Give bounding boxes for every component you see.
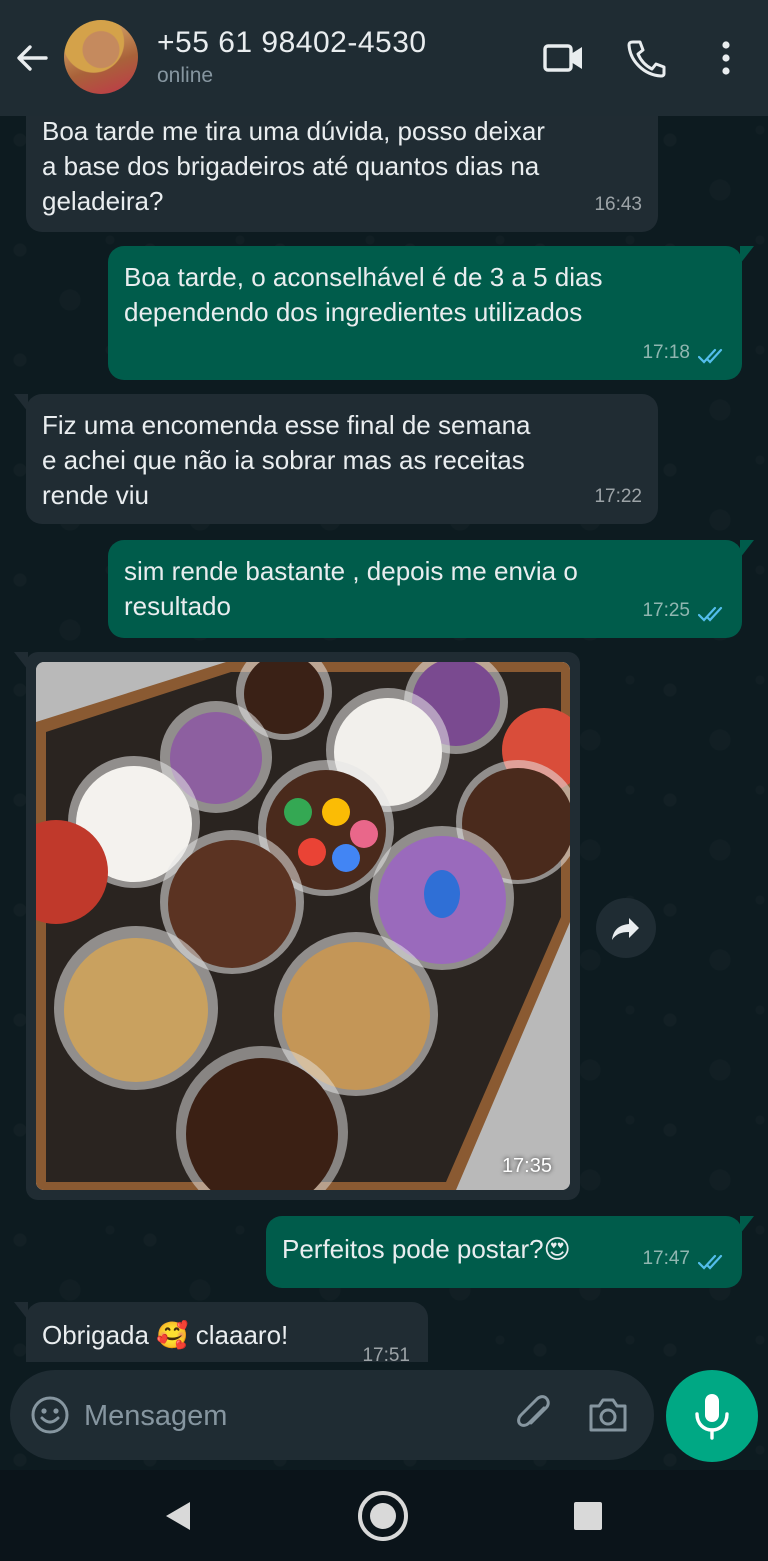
nav-home-button[interactable] <box>356 1489 410 1543</box>
message-text: Boa tarde, o aconselhável é de 3 a 5 dia… <box>124 262 603 327</box>
read-ticks-icon <box>698 348 723 364</box>
camera-button[interactable] <box>586 1394 630 1436</box>
forward-button[interactable] <box>596 898 656 958</box>
video-call-button[interactable] <box>542 38 586 78</box>
emoji-icon <box>31 1396 69 1434</box>
incoming-message[interactable]: Fiz uma encomenda esse final de semana e… <box>26 394 658 524</box>
message-text: sim rende bastante , depois me envia o r… <box>124 556 578 621</box>
message-time: 16:43 <box>594 194 642 215</box>
emoji-button[interactable] <box>30 1395 70 1435</box>
bubble-tail <box>740 540 754 558</box>
message-time: 17:22 <box>594 486 642 507</box>
message-text: Obrigada 🥰 claaaro! <box>42 1320 289 1350</box>
more-options-button[interactable] <box>706 38 746 78</box>
voice-call-button[interactable] <box>624 38 668 78</box>
bubble-tail <box>740 1216 754 1234</box>
contact-avatar[interactable] <box>64 20 138 94</box>
back-arrow-icon <box>17 45 48 71</box>
phone-icon <box>627 40 666 78</box>
message-time: 17:25 <box>642 600 690 621</box>
message-time: 17:51 <box>362 1345 410 1366</box>
contact-status: online <box>157 64 214 87</box>
incoming-image-message[interactable]: 17:35 <box>26 652 580 1200</box>
outgoing-message[interactable]: Perfeitos pode postar?😍 17:47 <box>266 1216 742 1288</box>
message-text: Perfeitos pode postar?😍 <box>282 1234 571 1264</box>
message-composer <box>10 1370 654 1460</box>
contact-name[interactable]: +55 61 98402-4530 <box>157 26 427 60</box>
back-button[interactable] <box>12 38 52 78</box>
outgoing-message[interactable]: Boa tarde, o aconselhável é de 3 a 5 dia… <box>108 246 742 380</box>
message-text: Fiz uma encomenda esse final de semana e… <box>42 410 531 510</box>
video-call-icon <box>543 44 582 72</box>
photo-illustration <box>36 662 570 1190</box>
mic-icon <box>695 1394 729 1440</box>
message-time: 17:35 <box>501 1155 552 1177</box>
forward-icon <box>612 918 639 940</box>
nav-recents-icon <box>574 1502 602 1530</box>
read-ticks-icon <box>698 1254 723 1270</box>
nav-home-icon <box>358 1491 408 1541</box>
incoming-message[interactable]: Obrigada 🥰 claaaro! 17:51 <box>26 1302 428 1366</box>
attach-icon <box>517 1395 550 1427</box>
nav-back-button[interactable] <box>160 1498 196 1534</box>
brigadeiro-box-photo[interactable]: 17:35 <box>36 662 570 1190</box>
message-time: 17:47 <box>642 1248 690 1269</box>
chat-header: +55 61 98402-4530 online <box>0 0 768 116</box>
system-nav-bar <box>0 1470 768 1561</box>
message-time: 17:18 <box>642 342 690 363</box>
read-ticks-icon <box>698 606 723 622</box>
incoming-message[interactable]: Boa tarde me tira uma dúvida, posso deix… <box>26 96 658 232</box>
voice-message-button[interactable] <box>666 1370 758 1462</box>
bubble-tail <box>740 246 754 264</box>
message-text: Boa tarde me tira uma dúvida, posso deix… <box>42 116 545 216</box>
more-vert-icon <box>722 41 730 75</box>
nav-recents-button[interactable] <box>572 1500 604 1532</box>
attach-button[interactable] <box>514 1394 556 1436</box>
nav-back-icon <box>166 1502 190 1530</box>
camera-icon <box>589 1398 627 1432</box>
message-input[interactable] <box>82 1394 486 1438</box>
outgoing-message[interactable]: sim rende bastante , depois me envia o r… <box>108 540 742 638</box>
